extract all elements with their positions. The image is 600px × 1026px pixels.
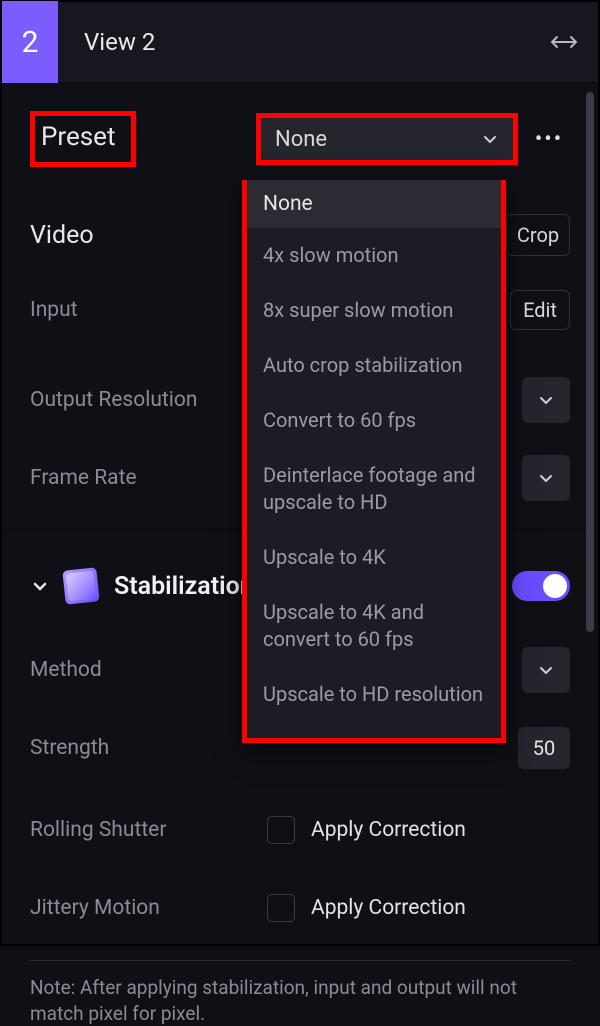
rolling-shutter-row: Rolling Shutter Apply Correction bbox=[30, 806, 570, 854]
method-dropdown[interactable] bbox=[522, 647, 570, 693]
input-label: Input bbox=[30, 298, 78, 322]
rolling-shutter-label: Rolling Shutter bbox=[30, 818, 166, 842]
chevron-down-icon bbox=[30, 576, 50, 596]
output-resolution-label: Output Resolution bbox=[30, 388, 197, 412]
frame-rate-dropdown[interactable] bbox=[522, 455, 570, 501]
method-label: Method bbox=[30, 658, 102, 682]
preset-option[interactable]: Deinterlace footage and upscale to HD bbox=[247, 448, 501, 530]
preset-more-button[interactable]: ••• bbox=[528, 118, 570, 160]
stabilization-note: Note: After applying stabilization, inpu… bbox=[30, 975, 570, 1026]
preset-selected-value: None bbox=[275, 127, 327, 152]
preset-option[interactable]: Auto crop stabilization bbox=[247, 338, 501, 393]
output-resolution-dropdown[interactable] bbox=[522, 377, 570, 423]
preset-select[interactable]: None bbox=[256, 113, 518, 165]
strength-value[interactable]: 50 bbox=[518, 727, 570, 769]
preset-dropdown-list: 4x slow motion 8x super slow motion Auto… bbox=[242, 180, 506, 743]
thin-divider bbox=[30, 960, 570, 961]
swap-icon[interactable] bbox=[544, 22, 584, 62]
preset-option[interactable]: 8x super slow motion bbox=[247, 283, 501, 338]
frame-rate-label: Frame Rate bbox=[30, 466, 137, 490]
rolling-shutter-apply-label: Apply Correction bbox=[311, 818, 466, 842]
preset-option[interactable]: Upscale to 4K bbox=[247, 530, 501, 585]
view-badge: 2 bbox=[2, 1, 58, 83]
preset-row: Preset None ••• bbox=[30, 108, 570, 170]
header: 2 View 2 bbox=[2, 2, 598, 84]
stabilization-icon bbox=[62, 567, 99, 604]
jittery-motion-label: Jittery Motion bbox=[30, 896, 160, 920]
view-title: View 2 bbox=[84, 28, 155, 56]
rolling-shutter-checkbox[interactable] bbox=[267, 816, 295, 844]
preset-option[interactable]: Upscale to HD resolution bbox=[247, 667, 501, 722]
preset-option-selected[interactable]: None bbox=[242, 180, 506, 228]
preset-option[interactable]: 4x slow motion bbox=[247, 228, 501, 283]
stabilization-toggle[interactable] bbox=[512, 571, 570, 601]
crop-button[interactable]: Crop bbox=[506, 214, 570, 256]
preset-option[interactable]: Upscale to 4K and convert to 60 fps bbox=[247, 585, 501, 667]
jittery-motion-row: Jittery Motion Apply Correction bbox=[30, 884, 570, 932]
chevron-down-icon bbox=[481, 130, 499, 148]
strength-label: Strength bbox=[30, 736, 109, 760]
edit-button[interactable]: Edit bbox=[510, 290, 570, 330]
video-title: Video bbox=[30, 221, 94, 250]
preset-label-highlight: Preset bbox=[30, 111, 136, 167]
scrollbar[interactable] bbox=[586, 92, 594, 632]
jittery-motion-apply-label: Apply Correction bbox=[311, 896, 466, 920]
preset-option[interactable]: Convert to 60 fps bbox=[247, 393, 501, 448]
jittery-motion-checkbox[interactable] bbox=[267, 894, 295, 922]
preset-label: Preset bbox=[41, 122, 115, 152]
stabilization-title: Stabilization bbox=[114, 572, 254, 601]
